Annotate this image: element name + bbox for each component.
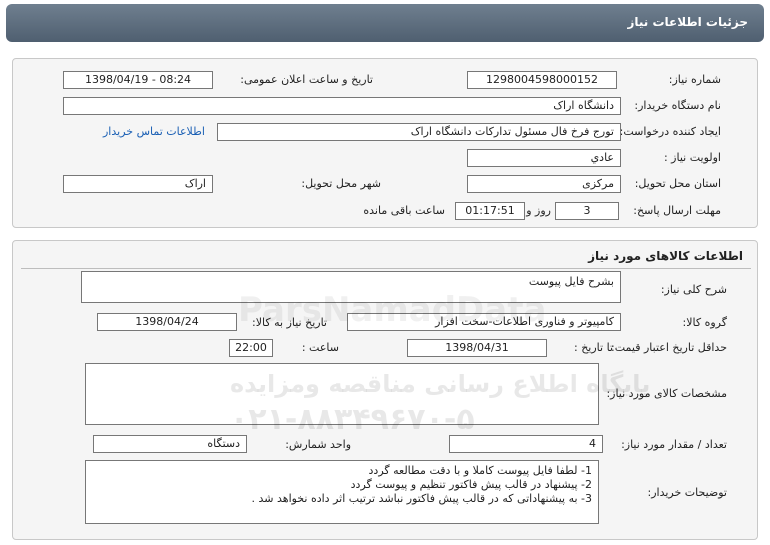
min-validity-label: حداقل تاریخ اعتبار قیمت: [611, 341, 727, 354]
deadline-days-word: روز و [526, 204, 551, 217]
city-label: شهر محل تحویل: [301, 177, 381, 190]
goods-section-title: اطلاعات کالاهای مورد نیاز [588, 249, 743, 263]
deadline-time-field: 01:17:51 [455, 202, 525, 220]
deadline-label: مهلت ارسال پاسخ: [633, 204, 721, 217]
page-title: جزئیات اطلاعات نیاز [627, 15, 748, 29]
section-divider [21, 268, 751, 269]
buyer-note-line: 3- به پیشنهاداتی که در قالب پیش فاکتور ن… [251, 492, 592, 505]
buyer-note-line: 1- لطفا فایل پیوست کاملا و با دقت مطالعه… [368, 464, 592, 477]
buyer-org-label: نام دستگاه خریدار: [634, 99, 721, 112]
goods-group-field: کامپیوتر و فناوری اطلاعات-سخت افزار [347, 313, 621, 331]
page-header: جزئیات اطلاعات نیاز [6, 4, 764, 42]
priority-label: اولویت نیاز : [663, 151, 721, 164]
province-field: مرکزی [467, 175, 621, 193]
city-field: اراک [63, 175, 213, 193]
buyer-note-line: 2- پیشنهاد در قالب پیش فاکتور تنظیم و پی… [350, 478, 592, 491]
hour-field: 22:00 [229, 339, 273, 357]
until-date-label: تا تاریخ : [574, 341, 613, 354]
requester-label: ایجاد کننده درخواست: [619, 125, 721, 138]
buyer-org-field: دانشگاه اراک [63, 97, 621, 115]
need-number-label: شماره نیاز: [668, 73, 721, 86]
buyer-notes-field: 1- لطفا فایل پیوست کاملا و با دقت مطالعه… [85, 460, 599, 524]
summary-field: بشرح فایل پیوست [81, 271, 621, 303]
need-number-field: 1298004598000152 [467, 71, 617, 89]
unit-label: واحد شمارش: [285, 438, 351, 451]
goods-info-panel: اطلاعات کالاهای مورد نیاز شرح کلی نیاز: … [12, 240, 758, 540]
need-date-field: 1398/04/24 [97, 313, 237, 331]
announce-field: 1398/04/19 - 08:24 [63, 71, 213, 89]
priority-field: عادي [467, 149, 621, 167]
province-label: استان محل تحویل: [634, 177, 721, 190]
qty-label: تعداد / مقدار مورد نیاز: [621, 438, 727, 451]
need-date-label: تاریخ نیاز به کالا: [252, 316, 327, 329]
deadline-days-field: 3 [555, 202, 619, 220]
need-info-panel: شماره نیاز: 1298004598000152 تاریخ و ساع… [12, 58, 758, 228]
buyer-notes-label: توضیحات خریدار: [647, 486, 728, 499]
announce-label: تاریخ و ساعت اعلان عمومی: [240, 73, 373, 86]
summary-label: شرح کلی نیاز: [660, 283, 727, 296]
requester-field: تورج فرخ فال مسئول تدارکات دانشگاه اراک [217, 123, 621, 141]
unit-field: دستگاه [93, 435, 247, 453]
until-date-field: 1398/04/31 [407, 339, 547, 357]
buyer-contact-link[interactable]: اطلاعات تماس خریدار [103, 125, 205, 138]
hour-label: ساعت : [301, 341, 339, 354]
goods-group-label: گروه کالا: [682, 316, 727, 329]
deadline-time-word: ساعت باقی مانده [363, 204, 445, 217]
qty-field: 4 [449, 435, 603, 453]
specs-field [85, 363, 599, 425]
specs-label: مشخصات کالای مورد نیاز: [606, 387, 727, 400]
